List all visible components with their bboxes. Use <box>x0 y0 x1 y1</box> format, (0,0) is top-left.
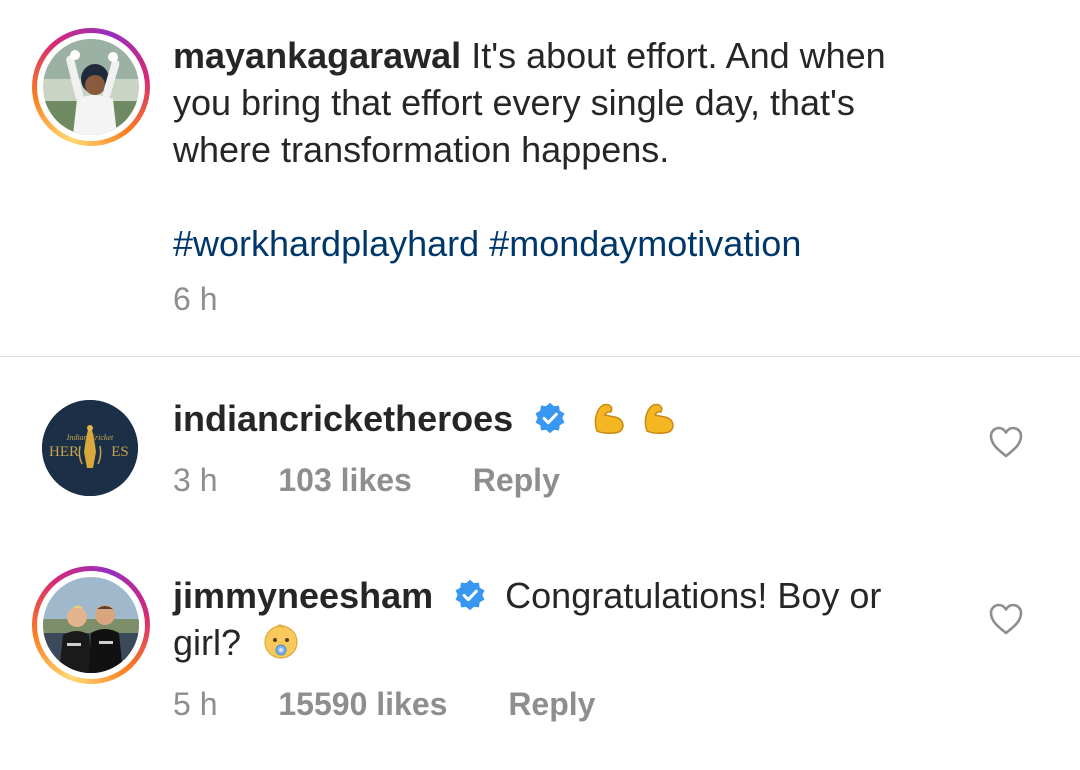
caption-text-2: you bring that effort every single day, … <box>173 82 855 123</box>
comment-line-1: indiancricketheroes <box>173 395 973 448</box>
caption-avatar[interactable] <box>32 28 150 146</box>
comment-text-1: Congratulations! Boy or <box>505 575 882 616</box>
baby-emoji-icon <box>264 624 298 659</box>
comment-meta: 3 h 103 likes Reply <box>173 462 973 499</box>
caption-time: 6 h <box>173 281 218 317</box>
comment-time: 3 h <box>173 462 218 498</box>
flexed-biceps-icon <box>644 403 674 434</box>
caption-meta: 6 h <box>173 281 973 318</box>
comment-item: Indian Cricket HER ES indiancricketheroe… <box>0 357 1080 537</box>
flexed-biceps-icon <box>594 403 624 434</box>
verified-badge-icon <box>535 402 565 434</box>
verified-badge-icon <box>455 579 485 611</box>
caption-text-3: where transformation happens. <box>173 129 670 170</box>
comment-text-2: girl? <box>173 622 242 663</box>
caption-hashtags[interactable]: #workhardplayhard #mondaymotivation <box>173 220 973 267</box>
comment-likes[interactable]: 15590 likes <box>278 686 447 723</box>
like-heart-icon[interactable] <box>988 602 1024 636</box>
comment-item: jimmyneesham Congratulations! Boy or gir… <box>0 537 1080 770</box>
heroes-logo-right-text: ES <box>111 444 129 460</box>
comment-line-1: jimmyneesham Congratulations! Boy or <box>173 572 973 619</box>
like-heart-icon[interactable] <box>988 425 1024 459</box>
heroes-logo-left-text: HER <box>49 444 79 460</box>
caption-text-1: It's about effort. And when <box>471 35 886 76</box>
comment-username[interactable]: jimmyneesham <box>173 575 433 616</box>
caption-username[interactable]: mayankagarawal <box>173 35 461 76</box>
caption-line-1: mayankagarawal It's about effort. And wh… <box>173 32 973 79</box>
comment-likes[interactable]: 103 likes <box>278 462 411 499</box>
comment-avatar[interactable]: Indian Cricket HER ES <box>42 400 138 496</box>
reply-button[interactable]: Reply <box>508 686 595 723</box>
post-caption: mayankagarawal It's about effort. And wh… <box>0 0 1080 356</box>
two-cricketers-avatar-icon <box>43 577 139 673</box>
heroes-logo-icon: Indian Cricket HER ES <box>42 400 138 496</box>
cricketer-avatar-icon <box>43 39 139 135</box>
comment-avatar[interactable] <box>32 566 150 684</box>
reply-button[interactable]: Reply <box>473 462 560 499</box>
comment-username[interactable]: indiancricketheroes <box>173 398 513 439</box>
comment-meta: 5 h 15590 likes Reply <box>173 686 973 723</box>
comment-line-2: girl? <box>173 619 973 672</box>
comment-time: 5 h <box>173 686 218 722</box>
